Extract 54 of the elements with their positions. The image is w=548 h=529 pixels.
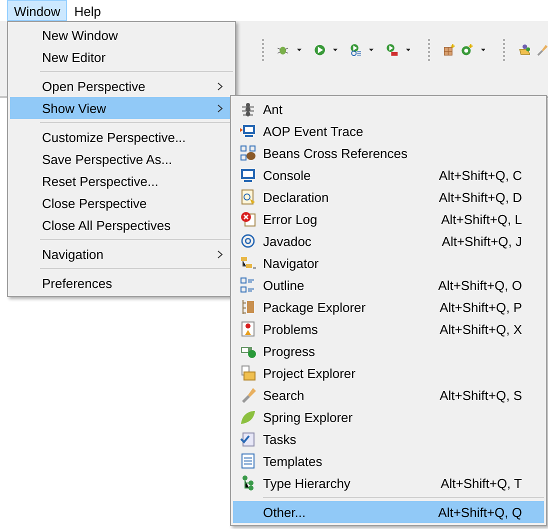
menu-item[interactable]: Ant	[233, 98, 544, 120]
menu-item[interactable]: Declaration Alt+Shift+Q, D	[233, 186, 544, 208]
menu-item[interactable]: Problems Alt+Shift+Q, X	[233, 318, 544, 340]
menu-item[interactable]: Open Perspective	[10, 75, 233, 97]
menu-item[interactable]: Type Hierarchy Alt+Shift+Q, T	[233, 472, 544, 494]
error-icon	[240, 211, 256, 227]
menu-item[interactable]: Search Alt+Shift+Q, S	[233, 384, 544, 406]
menu-item[interactable]: Navigator	[233, 252, 544, 274]
menu-item[interactable]: AOP Event Trace	[233, 120, 544, 142]
dropdown-arrow-icon[interactable]	[480, 48, 486, 52]
menu-item[interactable]: Project Explorer	[233, 362, 544, 384]
menu-item[interactable]: Reset Perspective...	[10, 170, 233, 192]
dropdown-arrow-icon[interactable]	[333, 48, 338, 52]
monitor-icon	[240, 167, 256, 183]
menu-item[interactable]: Tasks	[233, 428, 544, 450]
menu-item[interactable]: Navigation	[10, 243, 233, 265]
menu-item[interactable]: Error Log Alt+Shift+Q, L	[233, 208, 544, 230]
dropdown-arrow-icon[interactable]	[406, 48, 410, 52]
menu-item[interactable]: Javadoc Alt+Shift+Q, J	[233, 230, 544, 252]
run-history-icon[interactable]	[350, 41, 362, 59]
menu-item[interactable]: Progress	[233, 340, 544, 362]
menu-item[interactable]: Console Alt+Shift+Q, C	[233, 164, 544, 186]
run-toolbox-icon[interactable]	[386, 41, 398, 59]
menu-item[interactable]: New Editor	[10, 46, 233, 68]
folder-tree-icon	[240, 255, 256, 271]
dropdown-arrow-icon[interactable]	[369, 48, 374, 52]
menu-item[interactable]: Show View	[10, 97, 233, 119]
menu-item[interactable]: Close All Perspectives	[10, 214, 233, 236]
package-tree-icon	[240, 299, 256, 315]
menu-item[interactable]: Outline Alt+Shift+Q, O	[233, 274, 544, 296]
menu-item[interactable]: Other... Alt+Shift+Q, Q	[233, 501, 544, 523]
menu-item[interactable]: Close Perspective	[10, 192, 233, 214]
menu-item[interactable]: New Window	[10, 24, 233, 46]
clipboard-icon	[240, 431, 256, 447]
dropdown-arrow-icon[interactable]	[296, 48, 302, 52]
menu-item[interactable]: Templates	[233, 450, 544, 472]
template-icon	[240, 453, 256, 469]
folder-icon	[240, 365, 256, 381]
monitor-icon	[240, 123, 256, 139]
menu-item[interactable]: Beans Cross References	[233, 142, 544, 164]
beans-diagram-icon	[240, 145, 256, 161]
menu-item[interactable]: Save Perspective As...	[10, 148, 233, 170]
hierarchy-icon	[240, 475, 256, 491]
menu-item[interactable]: Package Explorer Alt+Shift+Q, P	[233, 296, 544, 318]
menu-bar-item[interactable]: Window	[7, 0, 68, 21]
menu-bar-item[interactable]: Help	[67, 0, 108, 21]
menu-item[interactable]: Customize Perspective...	[10, 126, 233, 148]
problems-icon	[240, 321, 256, 337]
menu-item[interactable]: Spring Explorer	[233, 406, 544, 428]
leaf-icon	[240, 409, 256, 425]
menu-item[interactable]: Preferences	[10, 272, 233, 294]
outline-icon	[240, 277, 256, 293]
bug-icon	[240, 101, 256, 117]
document-icon	[240, 189, 256, 205]
